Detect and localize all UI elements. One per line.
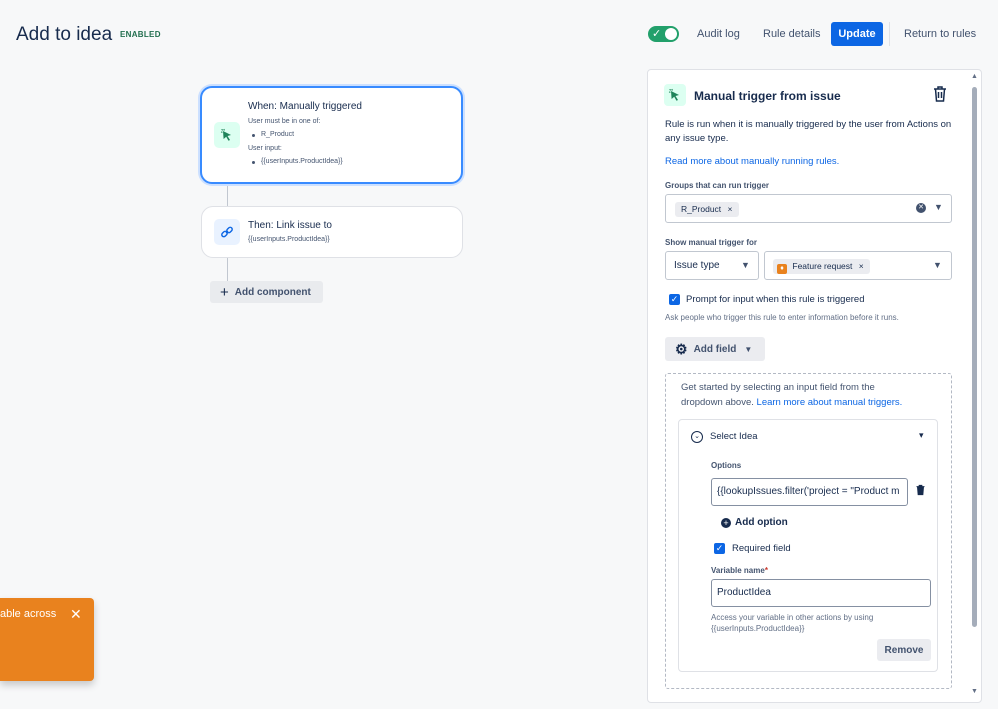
feature-tag-label: Feature request bbox=[792, 261, 853, 271]
page-title: Add to idea bbox=[16, 24, 113, 45]
collapse-icon[interactable]: ⌄ bbox=[691, 431, 703, 443]
scroll-up-icon[interactable]: ▲ bbox=[971, 73, 978, 80]
read-more-link[interactable]: Read more about manually running rules. bbox=[665, 155, 839, 169]
add-option-button[interactable]: + Add option bbox=[721, 517, 788, 528]
learn-more-link[interactable]: Learn more about manual triggers. bbox=[757, 397, 903, 408]
chevron-down-icon: ▼ bbox=[741, 260, 750, 270]
required-label: Required field bbox=[732, 543, 791, 554]
update-button[interactable]: Update bbox=[831, 22, 883, 46]
prompt-help: Ask people who trigger this rule to ente… bbox=[665, 313, 899, 322]
toast-notification: able across ✕ bbox=[0, 598, 94, 681]
required-star: * bbox=[764, 566, 768, 575]
get-started-text: Get started by selecting an input field … bbox=[681, 382, 875, 393]
feature-tag: ♦ Feature request × bbox=[773, 259, 870, 274]
required-checkbox[interactable]: ✓ bbox=[714, 543, 725, 554]
lightbulb-icon: ♦ bbox=[777, 264, 787, 274]
clear-icon[interactable]: ✕ bbox=[916, 203, 926, 213]
groups-label: Groups that can run trigger bbox=[665, 181, 770, 190]
input-field-card: ⌄ Select Idea ▾ Options {{lookupIssues.f… bbox=[678, 419, 938, 672]
show-for-label: Show manual trigger for bbox=[665, 238, 758, 247]
issue-type-value: Issue type bbox=[674, 260, 720, 271]
scroll-thumb[interactable] bbox=[972, 87, 977, 627]
trigger-card[interactable]: When: Manually triggered User must be in… bbox=[200, 86, 463, 184]
issue-type-select[interactable]: Issue type ▼ bbox=[665, 251, 759, 280]
toast-text: able across bbox=[0, 608, 57, 620]
trigger-card-input: {{userInputs.ProductIdea}} bbox=[261, 158, 343, 165]
return-to-rules-button[interactable]: Return to rules bbox=[898, 22, 982, 46]
action-card-title: Then: Link issue to bbox=[248, 220, 332, 231]
get-started-text-2: dropdown above. Learn more about manual … bbox=[681, 396, 902, 410]
prompt-label: Prompt for input when this rule is trigg… bbox=[686, 294, 865, 305]
trigger-card-line: User input: bbox=[248, 145, 282, 152]
panel-description: Rule is run when it is manually triggere… bbox=[665, 119, 952, 144]
field-title: Select Idea bbox=[710, 431, 758, 442]
scroll-down-icon[interactable]: ▼ bbox=[971, 688, 978, 695]
chevron-down-icon: ▼ bbox=[744, 344, 753, 354]
variable-help-code: {{userInputs.ProductIdea}} bbox=[711, 624, 805, 633]
group-tag-label: R_Product bbox=[681, 204, 722, 214]
variable-name-label-text: Variable name bbox=[711, 566, 765, 575]
trigger-card-line: User must be in one of: bbox=[248, 118, 321, 125]
add-field-label: Add field bbox=[693, 343, 737, 355]
panel-title: Manual trigger from issue bbox=[694, 89, 841, 103]
trigger-card-title: When: Manually triggered bbox=[248, 101, 362, 112]
remove-button[interactable]: Remove bbox=[877, 639, 931, 661]
link-icon bbox=[214, 219, 240, 245]
issue-type-value-select[interactable]: ♦ Feature request × ▼ bbox=[764, 251, 952, 280]
add-component-button[interactable]: + Add component bbox=[210, 281, 323, 303]
close-icon[interactable]: ✕ bbox=[70, 606, 82, 623]
add-circle-icon: + bbox=[721, 517, 731, 528]
variable-name-input[interactable]: ProductIdea bbox=[711, 579, 931, 607]
options-label: Options bbox=[711, 461, 742, 470]
action-card-sub: {{userInputs.ProductIdea}} bbox=[248, 236, 330, 243]
variable-name-label: Variable name* bbox=[711, 566, 768, 575]
chevron-down-icon[interactable]: ▼ bbox=[934, 202, 943, 212]
remove-tag-icon[interactable]: × bbox=[859, 261, 864, 271]
variable-help: Access your variable in other actions by… bbox=[711, 612, 873, 634]
connector-line bbox=[227, 183, 228, 207]
connector-line bbox=[227, 257, 228, 281]
action-card[interactable]: Then: Link issue to {{userInputs.Product… bbox=[201, 206, 463, 258]
chevron-down-icon[interactable]: ▾ bbox=[919, 430, 924, 441]
toggle-knob bbox=[665, 28, 677, 40]
rule-enabled-toggle[interactable]: ✓ bbox=[648, 26, 679, 42]
trash-icon[interactable] bbox=[915, 483, 926, 501]
trigger-card-group: R_Product bbox=[261, 131, 295, 138]
bullet bbox=[252, 134, 255, 137]
bullet bbox=[252, 161, 255, 164]
get-started-text-cont: dropdown above. bbox=[681, 397, 754, 408]
trash-icon[interactable] bbox=[932, 85, 948, 108]
plus-icon: + bbox=[220, 283, 229, 301]
header-divider bbox=[889, 22, 890, 46]
add-field-button[interactable]: ⚙ Add field ▼ bbox=[665, 337, 765, 361]
add-option-label: Add option bbox=[735, 517, 788, 528]
chevron-down-icon: ▼ bbox=[933, 260, 942, 270]
remove-tag-icon[interactable]: × bbox=[728, 204, 733, 214]
audit-log-button[interactable]: Audit log bbox=[691, 22, 746, 46]
variable-help-line: Access your variable in other actions by… bbox=[711, 613, 874, 622]
panel-scrollbar[interactable]: ▲ ▼ bbox=[971, 73, 978, 697]
option-input[interactable]: {{lookupIssues.filter('project = "Produc… bbox=[711, 478, 908, 506]
cursor-click-icon bbox=[214, 122, 240, 148]
status-badge: ENABLED bbox=[120, 30, 161, 39]
rule-details-button[interactable]: Rule details bbox=[757, 22, 826, 46]
prompt-checkbox[interactable]: ✓ bbox=[669, 294, 680, 305]
group-tag: R_Product × bbox=[675, 202, 739, 217]
groups-select[interactable]: R_Product × ✕ ▼ bbox=[665, 194, 952, 223]
config-panel: Manual trigger from issue Rule is run wh… bbox=[647, 69, 982, 703]
cursor-click-icon bbox=[664, 84, 686, 106]
add-component-label: Add component bbox=[234, 286, 311, 298]
check-icon: ✓ bbox=[652, 28, 662, 40]
gear-icon: ⚙ bbox=[675, 340, 688, 357]
